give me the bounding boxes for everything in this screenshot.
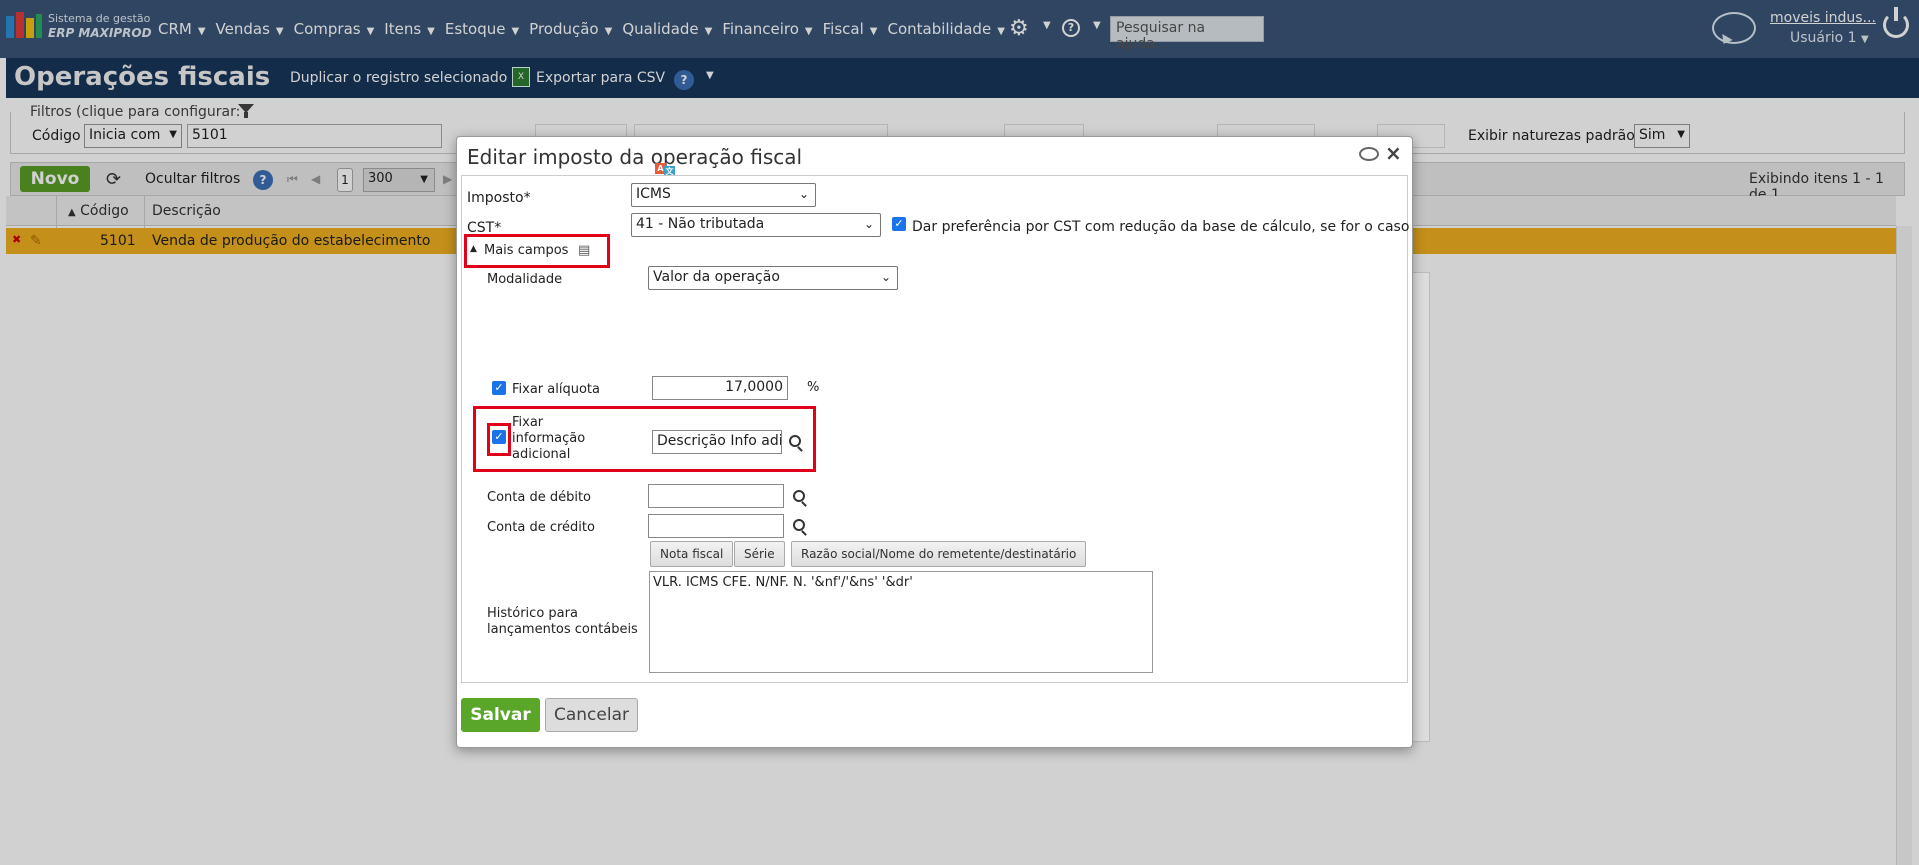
fix-rate-checkbox[interactable]: ✓ <box>492 381 506 395</box>
chevron-down-icon: ⌄ <box>798 187 809 201</box>
highlight-fix-info-checkbox <box>487 423 511 456</box>
modalidade-select[interactable]: Valor da operação ⌄ <box>648 266 898 290</box>
search-icon[interactable] <box>789 435 801 447</box>
additional-info-input[interactable]: Descrição Info adic <box>652 430 782 454</box>
chevron-down-icon: ⌄ <box>863 217 874 231</box>
debit-account-input[interactable] <box>648 484 784 508</box>
cst-preference-checkbox[interactable]: ✓ <box>892 217 906 231</box>
cst-preference-label: Dar preferência por CST com redução da b… <box>912 219 1410 235</box>
cancel-button[interactable]: Cancelar <box>545 698 638 732</box>
credit-account-input[interactable] <box>648 514 784 538</box>
history-label: Histórico para lançamentos contábeis <box>487 606 638 637</box>
imposto-label: Imposto* <box>467 190 531 206</box>
credit-account-label: Conta de crédito <box>487 520 595 535</box>
dialog-title: Editar imposto da operação fiscal <box>467 145 803 169</box>
search-icon[interactable] <box>793 519 805 531</box>
comment-icon[interactable] <box>1359 147 1379 161</box>
imposto-select[interactable]: ICMS ⌄ <box>631 183 816 207</box>
rate-unit: % <box>807 380 820 395</box>
highlight-more-fields <box>464 234 610 268</box>
close-icon[interactable]: × <box>1385 141 1402 165</box>
chevron-down-icon: ⌄ <box>880 270 891 284</box>
fix-info-label: Fixar informação adicional <box>512 415 586 462</box>
cst-select[interactable]: 41 - Não tributada ⌄ <box>631 213 881 237</box>
modalidade-value: Valor da operação <box>653 269 780 285</box>
imposto-value: ICMS <box>636 186 671 202</box>
rate-input[interactable]: 17,0000 <box>652 376 788 400</box>
modalidade-label: Modalidade <box>487 272 563 287</box>
search-icon[interactable] <box>793 490 805 502</box>
history-textarea[interactable]: VLR. ICMS CFE. N/NF. N. '&nf'/'&ns' '&dr… <box>649 571 1153 673</box>
insert-serie-button[interactable]: Série <box>734 541 785 567</box>
insert-razao-social-button[interactable]: Razão social/Nome do remetente/destinatá… <box>791 541 1087 567</box>
debit-account-label: Conta de débito <box>487 490 592 505</box>
insert-nota-fiscal-button[interactable]: Nota fiscal <box>650 541 734 567</box>
cst-value: 41 - Não tributada <box>636 216 765 232</box>
save-button[interactable]: Salvar <box>461 698 540 732</box>
fix-rate-label: Fixar alíquota <box>512 382 600 397</box>
